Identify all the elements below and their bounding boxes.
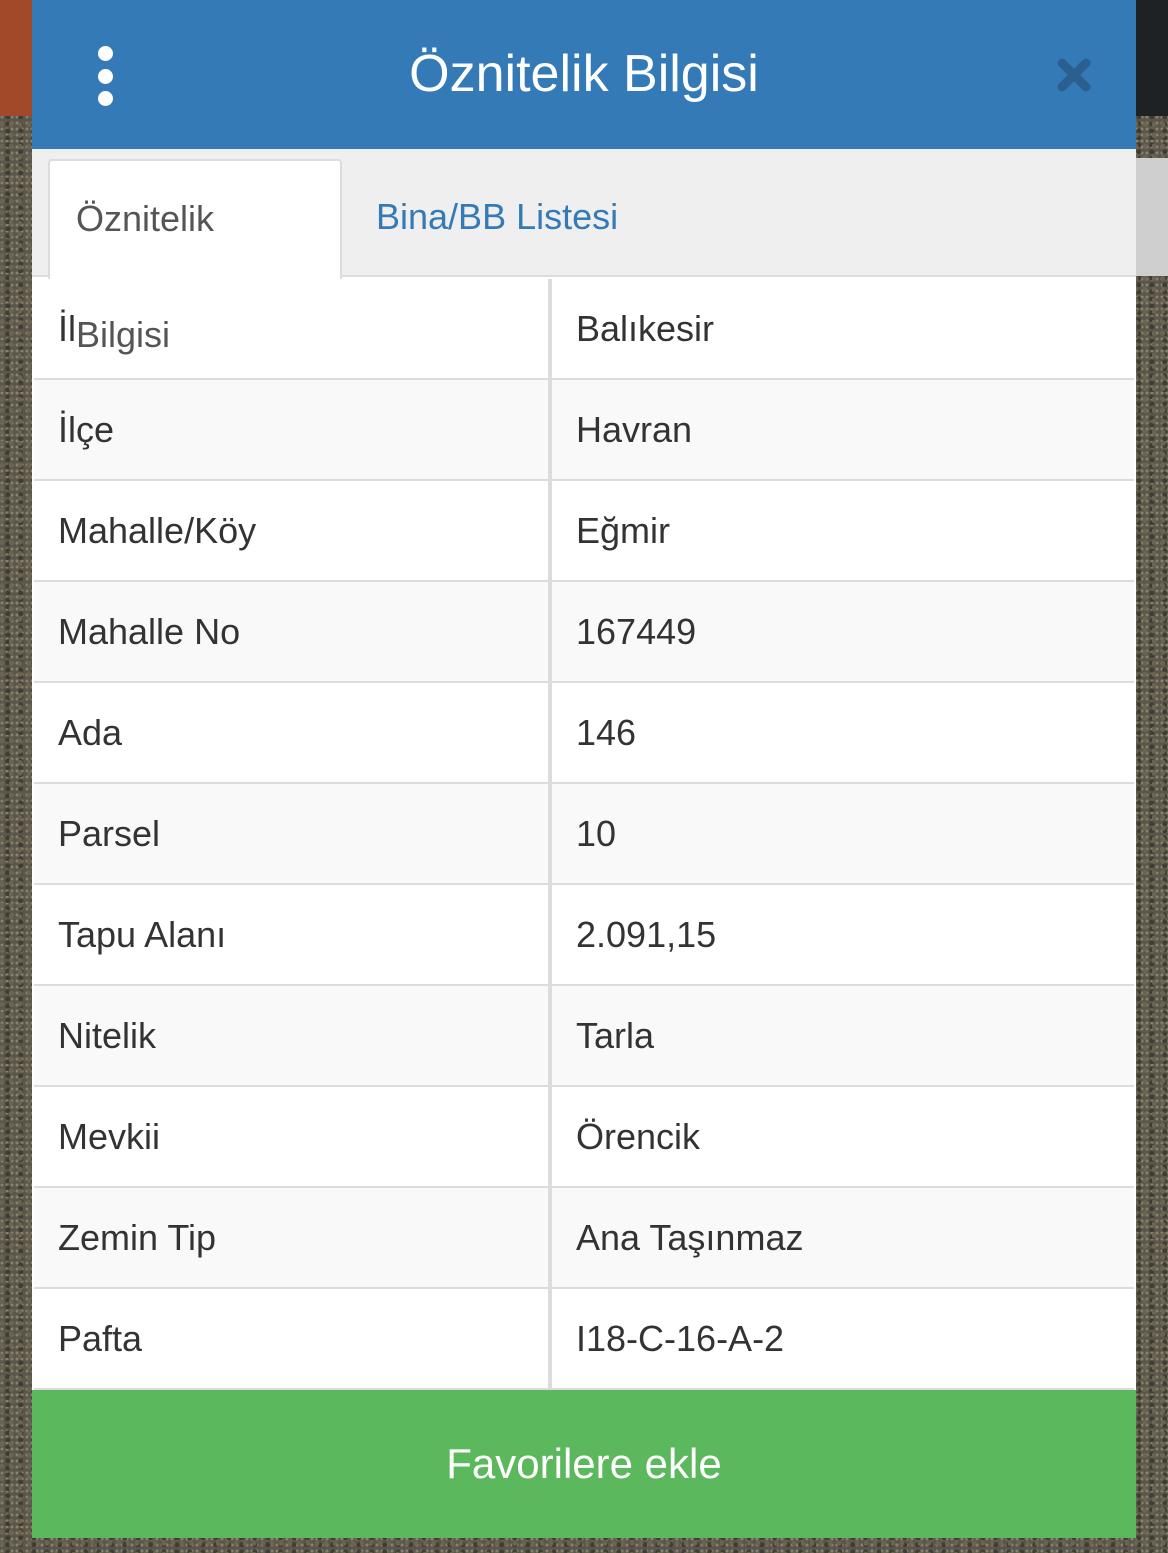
attribute-value: 167449 [552,582,1134,681]
tab-building-list[interactable]: Bina/BB Listesi [350,159,644,277]
attribute-value: Balıkesir [552,279,1134,378]
table-row: Zemin Tip Ana Taşınmaz [34,1188,1134,1289]
attribute-key: Pafta [34,1289,552,1388]
attribute-key: İlçe [34,380,552,479]
attribute-key: Ada [34,683,552,782]
table-row: Mevkii Örencik [34,1087,1134,1188]
attribute-key: Mahalle/Köy [34,481,552,580]
attribute-value: 146 [552,683,1134,782]
attribute-key: Nitelik [34,986,552,1085]
table-row: Mahalle/Köy Eğmir [34,481,1134,582]
attribute-value: Eğmir [552,481,1134,580]
close-icon[interactable] [1054,55,1094,95]
attribute-value: Havran [552,380,1134,479]
table-row: Nitelik Tarla [34,986,1134,1087]
attribute-info-dialog: Öznitelik Bilgisi Öznitelik Bilgisi Bina… [32,0,1136,1538]
table-row: Tapu Alanı 2.091,15 [34,885,1134,986]
attribute-key: Parsel [34,784,552,883]
tab-bar: Öznitelik Bilgisi Bina/BB Listesi [32,149,1136,355]
table-row: Ada 146 [34,683,1134,784]
attribute-key: Zemin Tip [34,1188,552,1287]
attribute-value: 2.091,15 [552,885,1134,984]
attribute-value: Örencik [552,1087,1134,1186]
tab-attribute-info[interactable]: Öznitelik Bilgisi [48,159,342,355]
dialog-header: Öznitelik Bilgisi [32,0,1136,149]
table-row: Parsel 10 [34,784,1134,885]
attribute-key: Mahalle No [34,582,552,681]
attribute-value: Ana Taşınmaz [552,1188,1134,1287]
background-map-strip [0,0,32,116]
add-to-favorites-button[interactable]: Favorilere ekle [32,1390,1136,1538]
attribute-key: Tapu Alanı [34,885,552,984]
table-row: Pafta I18-C-16-A-2 [34,1289,1134,1390]
table-row: Mahalle No 167449 [34,582,1134,683]
table-row: İl Balıkesir [34,279,1134,380]
attribute-value: I18-C-16-A-2 [552,1289,1134,1388]
table-row: İlçe Havran [34,380,1134,481]
dialog-title: Öznitelik Bilgisi [409,45,759,103]
background-map-strip [1136,0,1168,116]
background-map-strip [1136,158,1168,276]
attribute-table: İl Balıkesir İlçe Havran Mahalle/Köy Eğmir Mah… [32,279,1136,1390]
attribute-key: Mevkii [34,1087,552,1186]
attribute-value: Tarla [552,986,1134,1085]
attribute-value: 10 [552,784,1134,883]
